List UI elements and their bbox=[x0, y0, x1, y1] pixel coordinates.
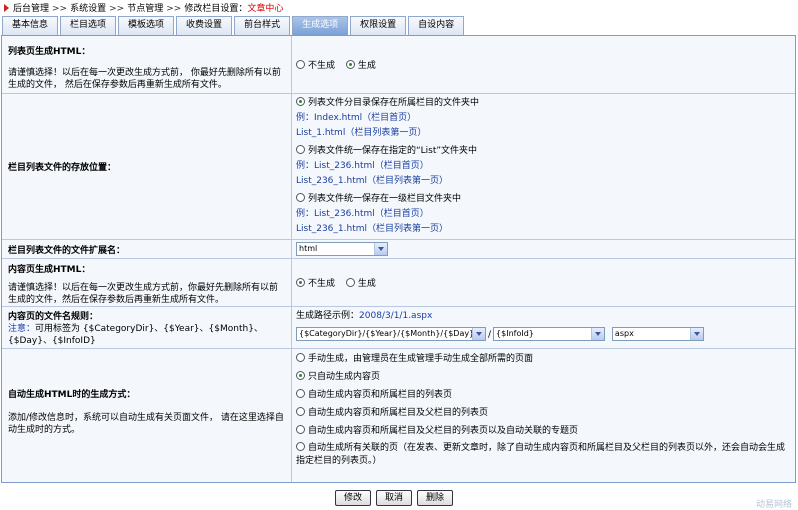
storage-label: 栏目列表文件的存放位置： bbox=[8, 163, 117, 173]
radio-icon[interactable] bbox=[296, 60, 305, 69]
filename-rule-label: 内容页的文件名规则： bbox=[8, 312, 99, 322]
radio-icon[interactable] bbox=[296, 193, 305, 202]
storage-option-1[interactable]: 列表文件分目录保存在所属栏目的文件夹中 bbox=[296, 96, 791, 111]
extension-row: 栏目列表文件的文件扩展名： html bbox=[2, 240, 795, 259]
storage-example: 例：Index.html（栏目首页） bbox=[296, 113, 417, 123]
storage-option-2[interactable]: 列表文件统一保存在指定的“List”文件夹中 bbox=[296, 144, 791, 159]
breadcrumb-item[interactable]: 系统设置 bbox=[70, 4, 106, 14]
auto-gen-option-5[interactable]: 自动生成内容页和所属栏目及父栏目的列表页以及自动关联的专题页 bbox=[296, 424, 791, 442]
auto-gen-option-6[interactable]: 自动生成所有关联的页（在发表、更新文章时，除了自动生成内容页和所属栏目及父栏目的… bbox=[296, 442, 791, 468]
tab-generate-options[interactable]: 生成选项 bbox=[292, 16, 349, 35]
storage-example: List_236_1.html（栏目列表第一页） bbox=[296, 176, 448, 186]
radio-icon[interactable] bbox=[296, 442, 305, 451]
radio-icon[interactable] bbox=[296, 389, 305, 398]
filename-rule-note: 可用标签为 {$CategoryDir}、{$Year}、{$Month}、{$… bbox=[8, 324, 263, 346]
tab-permission-settings[interactable]: 权限设置 bbox=[350, 16, 407, 35]
radio-icon[interactable] bbox=[296, 371, 305, 380]
list-html-row: 列表页生成HTML： 请谨慎选择！以后在每一次更改生成方式前， 你最好先删除所有… bbox=[2, 36, 795, 94]
content-html-yes-option[interactable]: 生成 bbox=[345, 278, 376, 289]
storage-example: List_1.html（栏目列表第一页） bbox=[296, 128, 427, 138]
auto-gen-label: 自动生成HTML时的生成方式： bbox=[8, 390, 136, 400]
content-html-no-option[interactable]: 不生成 bbox=[296, 278, 335, 289]
example-path: 2008/3/1/1.aspx bbox=[359, 311, 433, 321]
cancel-button[interactable]: 取消 bbox=[376, 490, 413, 506]
content-html-row: 内容页生成HTML： 请谨慎选择！以后在每一次更改生成方式前，你最好先删除所有以… bbox=[2, 259, 795, 307]
breadcrumb-current: 文章中心 bbox=[247, 4, 284, 14]
radio-icon[interactable] bbox=[296, 278, 305, 287]
radio-icon[interactable] bbox=[345, 60, 355, 69]
list-html-label: 列表页生成HTML： bbox=[8, 47, 91, 57]
storage-option-3[interactable]: 列表文件统一保存在一级栏目文件夹中 bbox=[296, 192, 791, 207]
list-html-desc: 请谨慎选择！以后在每一次更改生成方式前， 你最好先删除所有以前生成的文件， 然后… bbox=[8, 68, 281, 90]
path-pattern-select[interactable]: {$CategoryDir}/{$Year}/{$Month}/{$Day} bbox=[296, 327, 486, 341]
storage-example: 例：List_236.html（栏目首页） bbox=[296, 161, 429, 171]
radio-icon[interactable] bbox=[296, 353, 305, 362]
chevron-down-icon[interactable] bbox=[374, 243, 387, 255]
list-html-no-option[interactable]: 不生成 bbox=[296, 60, 335, 71]
storage-example: 例：List_236.html（栏目首页） bbox=[296, 209, 429, 219]
radio-icon[interactable] bbox=[296, 425, 305, 434]
content-html-label: 内容页生成HTML： bbox=[8, 265, 91, 275]
storage-example: List_236_1.html（栏目列表第一页） bbox=[296, 224, 448, 234]
breadcrumb-item[interactable]: 后台管理 bbox=[13, 4, 49, 14]
auto-gen-option-4[interactable]: 自动生成内容页和所属栏目及父栏目的列表页 bbox=[296, 406, 791, 424]
filename-rule-row: 内容页的文件名规则： 注意：可用标签为 {$CategoryDir}、{$Yea… bbox=[2, 307, 795, 349]
path-separator: / bbox=[488, 329, 492, 340]
content-html-desc: 请谨慎选择！以后在每一次更改生成方式前，你最好先删除所有以前生成的文件，然后在保… bbox=[8, 283, 279, 305]
radio-icon[interactable] bbox=[345, 278, 355, 287]
auto-gen-option-1[interactable]: 手动生成，由管理员在生成管理手动生成全部所需的页面 bbox=[296, 352, 791, 370]
auto-gen-row: 自动生成HTML时的生成方式： 添加/修改信息时，系统可以自动生成有关页面文件，… bbox=[2, 349, 795, 482]
tab-custom-content[interactable]: 自设内容 bbox=[408, 16, 465, 35]
extension-select[interactable]: html bbox=[296, 242, 388, 256]
tab-column-options[interactable]: 栏目选项 bbox=[60, 16, 117, 35]
radio-icon[interactable] bbox=[296, 407, 305, 416]
tab-template-options[interactable]: 模板选项 bbox=[118, 16, 175, 35]
radio-icon[interactable] bbox=[296, 97, 305, 106]
example-label: 生成路径示例： bbox=[296, 311, 360, 321]
auto-gen-option-3[interactable]: 自动生成内容页和所属栏目的列表页 bbox=[296, 388, 791, 406]
breadcrumb-item[interactable]: 节点管理 bbox=[127, 4, 163, 14]
note-label: 注意： bbox=[8, 324, 36, 334]
tab-bar: 基本信息 栏目选项 模板选项 收费设置 前台样式 生成选项 权限设置 自设内容 bbox=[2, 14, 466, 35]
breadcrumb-item: 修改栏目设置： bbox=[184, 4, 248, 14]
tab-basic-info[interactable]: 基本信息 bbox=[2, 16, 59, 35]
chevron-down-icon[interactable] bbox=[472, 328, 485, 340]
settings-panel: 列表页生成HTML： 请谨慎选择！以后在每一次更改生成方式前， 你最好先删除所有… bbox=[1, 35, 796, 483]
arrow-icon bbox=[4, 4, 9, 12]
tab-frontend-style[interactable]: 前台样式 bbox=[234, 16, 291, 35]
radio-icon[interactable] bbox=[296, 145, 305, 154]
action-buttons: 修改 取消 删除 bbox=[335, 490, 458, 506]
storage-row: 栏目列表文件的存放位置： 列表文件分目录保存在所属栏目的文件夹中 例：Index… bbox=[2, 94, 795, 240]
edit-button[interactable]: 修改 bbox=[335, 490, 372, 506]
auto-gen-option-2[interactable]: 只自动生成内容页 bbox=[296, 370, 791, 388]
auto-gen-desc: 添加/修改信息时，系统可以自动生成有关页面文件， 请在这里选择自动生成时的方式。 bbox=[8, 413, 284, 435]
watermark: 动易网络 bbox=[755, 500, 792, 510]
delete-button[interactable]: 删除 bbox=[417, 490, 454, 506]
filename-pattern-select[interactable]: {$InfoId} bbox=[493, 327, 606, 341]
extension-label: 栏目列表文件的文件扩展名： bbox=[8, 246, 126, 256]
file-extension-select[interactable]: aspx bbox=[611, 327, 704, 341]
chevron-down-icon[interactable] bbox=[689, 328, 703, 340]
tab-charge-settings[interactable]: 收费设置 bbox=[176, 16, 233, 35]
chevron-down-icon[interactable] bbox=[591, 328, 605, 340]
list-html-yes-option[interactable]: 生成 bbox=[345, 60, 376, 71]
